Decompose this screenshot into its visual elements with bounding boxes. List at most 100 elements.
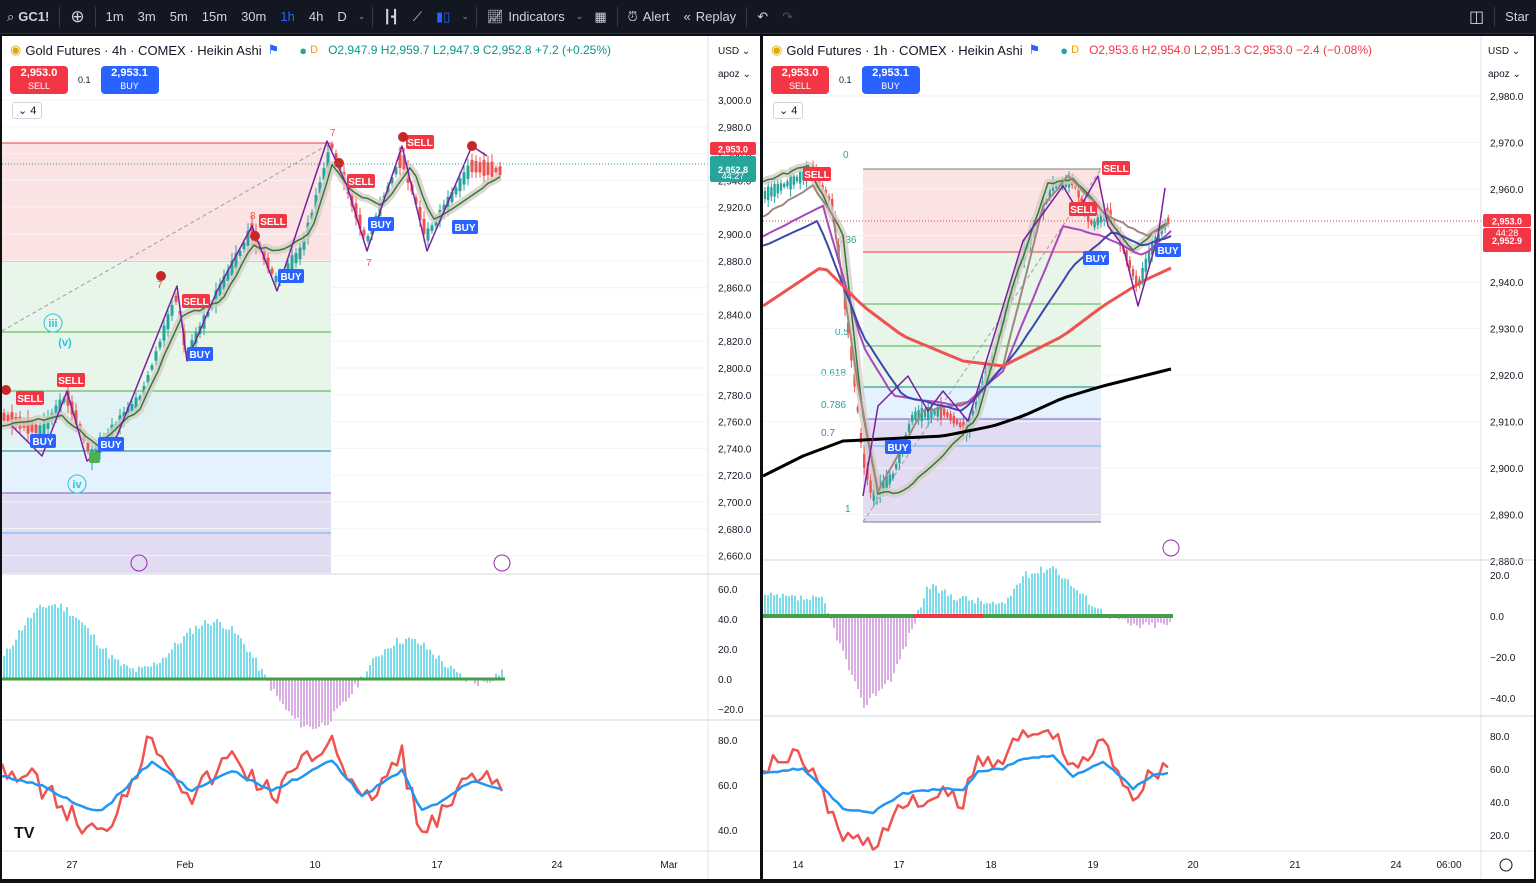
chart-pane-left[interactable]: SELL SELL SELL SELL SELL SELL BUY BUY BUY BUY BUY B… xyxy=(2,36,760,879)
candle-body xyxy=(786,181,789,187)
scale-selector[interactable]: apoz ⌄ xyxy=(718,69,751,80)
time-tick-label: 21 xyxy=(1289,860,1301,871)
delayed-badge: D xyxy=(310,44,319,56)
divider xyxy=(1494,6,1496,27)
ohlc-open: O2,953.6 xyxy=(1089,43,1139,57)
candle-body xyxy=(294,253,298,264)
trade-buttons-left: 2,953.0 SELL 0.1 2,953.1 BUY xyxy=(10,66,159,94)
interval-5m[interactable]: 5m xyxy=(163,0,195,33)
candle-body xyxy=(1093,221,1096,228)
fib-label: 0 xyxy=(843,150,849,161)
rsi-tick-label: 40.0 xyxy=(718,826,738,837)
interval-1h[interactable]: 1h xyxy=(273,0,301,33)
candles-icon: ┃┫ xyxy=(383,8,399,24)
chart-pane-right[interactable]: 0.236 0.5 0.618 0.786 0.7 1 SELL SELL SELL BUY BUY… xyxy=(763,36,1534,879)
ohlc-open: O2,947.9 xyxy=(328,43,378,57)
wave-label: iv xyxy=(72,479,82,491)
candle-body xyxy=(923,410,927,418)
candle-body xyxy=(150,365,154,370)
divider xyxy=(372,6,374,27)
candle-body xyxy=(482,160,486,176)
interval-1m[interactable]: 1m xyxy=(99,0,131,33)
scale-selector[interactable]: apoz ⌄ xyxy=(1488,69,1521,80)
status-dot-icon: ● xyxy=(1060,42,1069,58)
buy-signal: BUY xyxy=(1085,254,1106,265)
fib-zone-red xyxy=(2,143,331,261)
candle-body xyxy=(767,186,770,201)
alert-label: Alert xyxy=(642,9,670,24)
candle-body xyxy=(290,255,294,271)
rsi-signal-line xyxy=(763,754,1169,815)
candle-body xyxy=(1144,258,1147,272)
price-tick-label: 2,880.0 xyxy=(1490,557,1524,568)
rsi-tick-label: 60.0 xyxy=(1490,765,1510,776)
interval-30m[interactable]: 30m xyxy=(234,0,273,33)
candle-body xyxy=(863,453,866,468)
sell-button[interactable]: 2,953.0 SELL xyxy=(10,66,68,94)
layout-toggle-button[interactable]: ◫ xyxy=(1462,0,1491,33)
price-tick-label: 2,920.0 xyxy=(1490,371,1524,382)
candles-style-button[interactable]: ┃┫ xyxy=(376,0,406,33)
sell-price: 2,953.0 xyxy=(781,67,819,79)
replay-button[interactable]: « Replay xyxy=(676,0,743,33)
price-tick-label: 2,960.0 xyxy=(1490,185,1524,196)
interval-15m[interactable]: 15m xyxy=(195,0,234,33)
candle-body xyxy=(952,415,955,424)
candle-body xyxy=(494,167,498,173)
candle-body xyxy=(158,341,162,348)
settings-gear-icon xyxy=(1499,858,1513,872)
interval-dropdown-chevron-icon[interactable]: ⌄ xyxy=(354,0,370,33)
sell-signal: SELL xyxy=(1103,164,1129,175)
candle-body xyxy=(430,225,434,232)
indicators-icon: 📈︎ xyxy=(486,8,504,24)
ohlc-low: L2,947.9 xyxy=(432,43,480,57)
currency-selector[interactable]: USD ⌄ xyxy=(1488,46,1520,57)
legend-right: ◉ Gold Futures · 1h · COMEX · Heikin Ash… xyxy=(771,42,1372,58)
chart-title: Gold Futures · 4h · COMEX · Heikin Ashi xyxy=(25,42,262,58)
buy-signal: BUY xyxy=(189,350,210,361)
price-tick-label: 2,930.0 xyxy=(1490,325,1524,336)
redo-button[interactable]: ↷ xyxy=(775,0,800,33)
spread-value: 0.1 xyxy=(78,75,91,85)
osc-tick-label: −20.0 xyxy=(1490,653,1516,664)
price-tick-label: 2,890.0 xyxy=(1490,511,1524,522)
ohlc-high: H2,959.7 xyxy=(380,43,430,57)
symbol-search[interactable]: ⌕ GC1! xyxy=(0,0,56,33)
price-tick-label: 2,980.0 xyxy=(1490,92,1524,103)
time-tick-label: 10 xyxy=(309,860,321,871)
candle-body xyxy=(362,229,366,236)
currency-selector[interactable]: USD ⌄ xyxy=(718,46,750,57)
buy-button[interactable]: 2,953.1 BUY xyxy=(861,66,920,94)
indicator-count: 4 xyxy=(30,105,37,117)
star-label: Star xyxy=(1505,9,1529,24)
undo-icon: ↶ xyxy=(757,8,769,24)
sell-signal: SELL xyxy=(260,217,286,228)
sell-button[interactable]: 2,953.0 SELL xyxy=(771,66,829,94)
star-button[interactable]: Star xyxy=(1498,0,1536,33)
style-dropdown-chevron-icon[interactable]: ⌄ xyxy=(457,0,473,33)
indicator-collapse-toggle[interactable]: ⌄ 4 xyxy=(12,102,43,119)
candle-body xyxy=(773,183,776,197)
indicators-button[interactable]: 📈︎ Indicators xyxy=(480,0,572,33)
chart-canvas-right[interactable]: 0.2360.50.6180.7860.71SELLSELLSELLBUYBUY… xyxy=(763,36,1534,879)
interval-3m[interactable]: 3m xyxy=(131,0,163,33)
candle-body xyxy=(2,412,6,421)
fib-zone-green xyxy=(863,252,1101,387)
interval-D[interactable]: D xyxy=(330,0,353,33)
heikin-style-button[interactable]: ▮▯ xyxy=(429,0,457,33)
interval-4h[interactable]: 4h xyxy=(302,0,330,33)
candle-body xyxy=(454,187,458,195)
buy-button[interactable]: 2,953.1 BUY xyxy=(100,66,159,94)
undo-button[interactable]: ↶ xyxy=(750,0,775,33)
lightning-icon xyxy=(493,554,511,572)
line-style-button[interactable]: ⟋ xyxy=(406,0,429,33)
candle-body xyxy=(776,183,779,194)
indicators-dropdown-chevron-icon[interactable]: ⌄ xyxy=(572,0,588,33)
compare-button[interactable]: ⊕ xyxy=(63,0,91,33)
chart-canvas-left[interactable]: SELL SELL SELL SELL SELL SELL BUY BUY BUY BUY BUY B… xyxy=(2,36,760,879)
layouts-button[interactable]: ▦ xyxy=(587,0,613,33)
alert-button[interactable]: ⏰︎ Alert xyxy=(621,0,677,33)
indicator-collapse-toggle[interactable]: ⌄ 4 xyxy=(773,102,804,119)
candle-body xyxy=(330,143,334,149)
divider xyxy=(475,6,477,27)
